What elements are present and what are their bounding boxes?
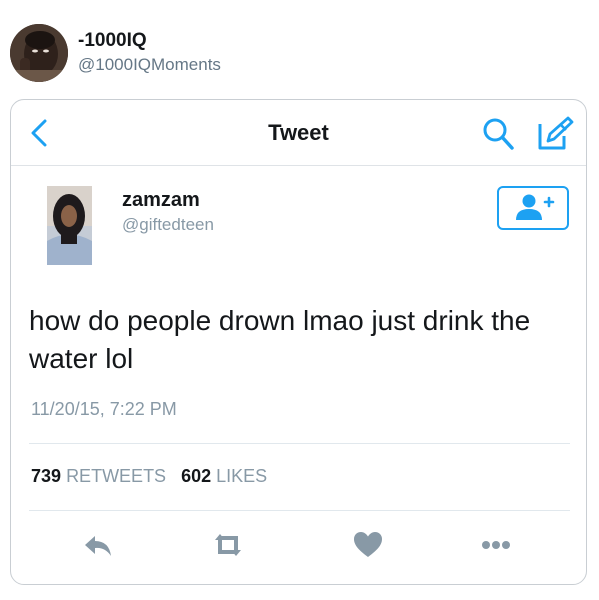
- tweet-screenshot-card: Tweet zamzam @giftedteen how do people d…: [10, 99, 587, 585]
- post-handle[interactable]: @1000IQMoments: [78, 55, 221, 75]
- author-photo: [47, 186, 92, 265]
- divider: [29, 443, 570, 444]
- post-display-name[interactable]: -1000IQ: [78, 30, 147, 52]
- divider: [29, 510, 570, 511]
- navbar: Tweet: [11, 100, 586, 166]
- author-avatar[interactable]: [47, 186, 92, 265]
- compose-icon: [538, 116, 574, 150]
- avatar-photo: [10, 24, 68, 82]
- add-user-icon: [516, 194, 555, 220]
- retweet-icon: [215, 534, 241, 556]
- tweet-text: how do people drown lmao just drink the …: [29, 305, 531, 374]
- search-icon: [483, 118, 514, 150]
- more-button[interactable]: [479, 528, 513, 562]
- retweet-count[interactable]: 739: [31, 466, 61, 486]
- more-icon: [482, 541, 510, 549]
- retweet-label[interactable]: RETWEETS: [66, 466, 166, 486]
- author-name[interactable]: zamzam: [122, 189, 200, 212]
- search-button[interactable]: [481, 116, 515, 152]
- compose-button[interactable]: [534, 114, 574, 152]
- reply-button[interactable]: [81, 528, 115, 562]
- heart-icon: [354, 532, 382, 557]
- like-button[interactable]: [351, 528, 385, 562]
- like-count[interactable]: 602: [181, 466, 211, 486]
- retweet-button[interactable]: [211, 528, 245, 562]
- like-label[interactable]: LIKES: [216, 466, 267, 486]
- reply-icon: [85, 536, 111, 556]
- follow-button[interactable]: [497, 186, 569, 230]
- post-header: -1000IQ @1000IQMoments: [10, 22, 590, 84]
- avatar[interactable]: [10, 24, 68, 82]
- author-handle[interactable]: @giftedteen: [122, 215, 214, 235]
- tweet-stats: 739 RETWEETS 602 LIKES: [31, 466, 267, 487]
- tweet-timestamp[interactable]: 11/20/15, 7:22 PM: [31, 399, 177, 420]
